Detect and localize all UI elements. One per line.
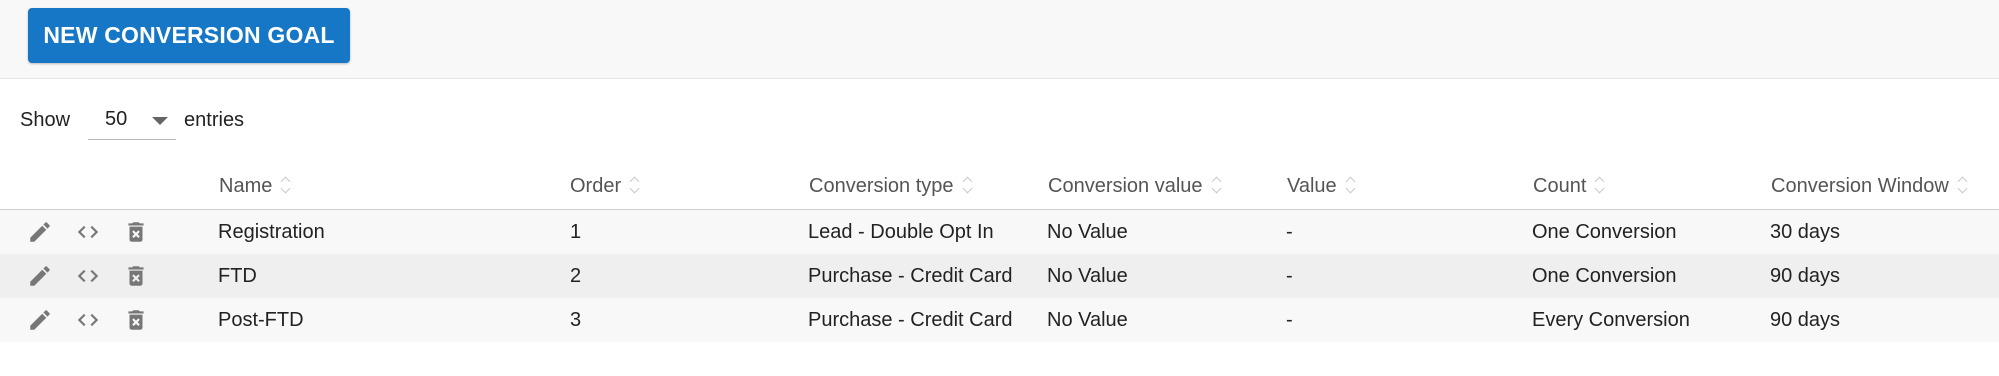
actions-header [0,163,208,210]
sort-icon [1345,175,1357,195]
trash-icon[interactable] [123,219,149,245]
table-row: FTD 2 Purchase - Credit Card No Value - … [0,254,1999,298]
row-actions [0,254,208,298]
cell-name: Post-FTD [218,308,304,331]
column-header-order[interactable]: Order [560,163,798,210]
trash-icon[interactable] [123,263,149,289]
caret-down-icon [152,116,169,125]
cell-conversion-type: Purchase - Credit Card [808,264,1013,287]
pencil-icon[interactable] [27,219,53,245]
conversion-goals-table: Name Order Conversion type Conversion va… [0,163,1999,342]
cell-order: 2 [570,264,582,287]
trash-icon[interactable] [123,307,149,333]
entries-per-page-value: 50 [105,108,128,130]
column-header-label: Conversion value [1048,174,1203,197]
table-header-row: Name Order Conversion type Conversion va… [0,163,1999,210]
cell-conversion-value: No Value [1047,220,1128,243]
cell-conversion-value: No Value [1047,264,1128,287]
column-header-label: Order [570,174,622,197]
cell-conversion-type: Lead - Double Opt In [808,220,994,243]
code-icon[interactable] [75,219,101,245]
sort-icon [962,175,974,195]
column-header-count[interactable]: Count [1522,163,1760,210]
cell-value: - [1286,308,1293,331]
code-icon[interactable] [75,263,101,289]
show-label: Show [20,108,71,131]
row-actions [0,298,208,342]
cell-value: - [1286,264,1293,287]
column-header-conversion-type[interactable]: Conversion type [798,163,1037,210]
cell-conversion-type: Purchase - Credit Card [808,308,1013,331]
entries-per-page-select[interactable]: 50 [88,101,177,140]
table-row: Registration 1 Lead - Double Opt In No V… [0,209,1999,255]
column-header-value[interactable]: Value [1276,163,1522,210]
toolbar: NEW CONVERSION GOAL [0,0,1999,79]
column-header-label: Count [1533,174,1587,197]
new-conversion-goal-button[interactable]: NEW CONVERSION GOAL [28,8,350,63]
sort-icon [1957,175,1969,195]
table-row: Post-FTD 3 Purchase - Credit Card No Val… [0,298,1999,342]
entries-label: entries [184,108,245,131]
sort-icon [1594,175,1606,195]
cell-conversion-window: 90 days [1770,264,1841,287]
column-header-label: Conversion type [809,174,954,197]
pencil-icon[interactable] [27,263,53,289]
column-header-label: Name [219,174,273,197]
cell-name: FTD [218,264,257,287]
cell-conversion-window: 90 days [1770,308,1841,331]
pencil-icon[interactable] [27,307,53,333]
cell-conversion-value: No Value [1047,308,1128,331]
cell-order: 1 [570,220,582,243]
cell-count: One Conversion [1532,264,1677,287]
sort-icon [629,175,641,195]
entries-length-control: Show 50 entries [20,100,244,140]
sort-icon [280,175,292,195]
column-header-label: Value [1287,174,1337,197]
cell-value: - [1286,220,1293,243]
column-header-conversion-value[interactable]: Conversion value [1037,163,1276,210]
row-actions [0,210,208,255]
cell-conversion-window: 30 days [1770,220,1841,243]
cell-order: 3 [570,308,582,331]
code-icon[interactable] [75,307,101,333]
cell-name: Registration [218,220,325,243]
column-header-name[interactable]: Name [208,163,560,210]
sort-icon [1211,175,1223,195]
cell-count: Every Conversion [1532,308,1690,331]
column-header-conversion-window[interactable]: Conversion Window [1760,163,1999,210]
cell-count: One Conversion [1532,220,1677,243]
column-header-label: Conversion Window [1771,174,1949,197]
